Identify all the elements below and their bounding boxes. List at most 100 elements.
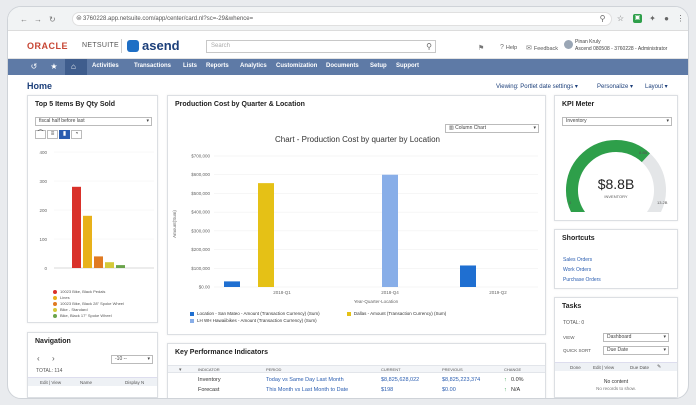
menu-documents[interactable]: Documents <box>326 63 359 69</box>
personalize-link[interactable]: Personalize ▾ <box>597 83 633 90</box>
feedback-icon: ✉ <box>526 45 532 52</box>
legend-label: Bike - Standard <box>60 307 88 312</box>
kpi-current-link[interactable]: $198 <box>381 387 393 393</box>
help-label: Help <box>505 45 518 51</box>
col-edit-view[interactable]: Edit | View <box>593 365 614 370</box>
kpi-period-link[interactable]: This Month vs Last Month to Date <box>266 387 348 393</box>
chevron-down-icon: ▾ <box>533 125 536 131</box>
legend-swatch <box>53 301 57 306</box>
user-menu[interactable]: Pinan Kruly Ascend 080508 - 3760228 - Ad… <box>575 39 667 53</box>
production-legend: Location - San Mateo - Amount (Transacti… <box>190 310 540 324</box>
bar <box>94 256 103 268</box>
recent-icon[interactable]: ↺ <box>29 62 39 72</box>
netsuite-logo: NETSUITE <box>82 42 120 49</box>
col-display-name[interactable]: Display N <box>125 380 144 385</box>
bar-chart-icon[interactable]: ▮ <box>59 130 70 139</box>
page-title: Home <box>27 81 53 91</box>
chart-type-value: Column Chart <box>455 125 486 131</box>
y-tick-label: $400,000 <box>191 210 210 215</box>
favorites-star-icon[interactable]: ★ <box>49 62 59 72</box>
menu-activities[interactable]: Activities <box>92 63 119 69</box>
menu-setup[interactable]: Setup <box>370 63 387 69</box>
col-done[interactable]: Done <box>570 365 581 370</box>
extension-icon[interactable]: ▣ <box>633 14 642 23</box>
expand-icon[interactable]: ▾ <box>179 367 182 373</box>
menu-dots-icon[interactable]: ⋮ <box>676 14 685 23</box>
profile-icon[interactable]: ● <box>662 14 671 23</box>
bar <box>83 215 92 268</box>
y-tick-label: 0 <box>44 266 47 271</box>
user-avatar[interactable] <box>564 40 573 49</box>
y-axis-label: Amount(Sum) <box>172 210 177 238</box>
top5-period-select[interactable]: fiscal half before last ▾ <box>35 117 152 126</box>
area-chart-icon[interactable]: ≡ <box>47 130 58 139</box>
menu-reports[interactable]: Reports <box>206 63 229 69</box>
kpi-meter-select[interactable]: Inventory ▾ <box>562 117 672 126</box>
col-indicator: INDICATOR <box>198 367 220 372</box>
line-chart-icon[interactable]: ⌒ <box>35 130 46 139</box>
kpi-meter-portlet: KPI Meter Inventory ▾ $8.8B INVENTORY 0 8… <box>554 95 678 221</box>
feedback-link[interactable]: ✉ Feedback <box>526 44 558 52</box>
nav-range-select[interactable]: -10 -- ▾ <box>111 355 153 364</box>
shortcut-purchase-orders[interactable]: Purchase Orders <box>563 275 601 285</box>
kpi-row[interactable]: Inventory Today vs Same Day Last Month $… <box>178 377 543 386</box>
zoom-icon[interactable]: ⚲ <box>598 14 607 23</box>
col-edit-view[interactable]: Edit | View <box>40 380 61 385</box>
chart-type-select[interactable]: ▥ Column Chart ▾ <box>445 124 539 133</box>
top5-title: Top 5 Items By Qty Sold <box>35 101 115 108</box>
y-tick-label: 400 <box>39 150 47 155</box>
home-tab[interactable]: ⌂ <box>65 59 87 75</box>
top5-chart-type-toggles: ⌒ ≡ ▮ ◔ <box>35 130 85 139</box>
y-tick-label: $600,000 <box>191 172 210 177</box>
kpi-meter-value: $8.8B <box>597 176 635 192</box>
portlet-date-settings-link[interactable]: Viewing: Portlet date settings ▾ <box>496 83 578 90</box>
x-tick-label: 2018-Q4 <box>381 290 399 295</box>
tasks-empty-title: No content <box>603 379 629 385</box>
layout-link[interactable]: Layout ▾ <box>645 83 668 90</box>
tasks-view-select[interactable]: Dashboard ▾ <box>603 333 669 342</box>
menu-support[interactable]: Support <box>396 63 419 69</box>
col-name[interactable]: Name <box>80 380 92 385</box>
kpi-row[interactable]: Forecast This Month vs Last Month to Dat… <box>178 387 543 396</box>
nav-next-button[interactable]: › <box>52 354 55 363</box>
search-placeholder: Search <box>211 43 231 49</box>
puzzle-icon[interactable]: ✦ <box>648 14 657 23</box>
y-tick-label: 300 <box>39 179 47 184</box>
gauge-mark: 8.8B <box>639 150 648 155</box>
global-search-input[interactable]: Search ⚲ <box>206 40 436 53</box>
nav-prev-button[interactable]: ‹ <box>37 354 40 363</box>
kpi-previous-link[interactable]: $0.00 <box>442 387 456 393</box>
legend-swatch <box>346 311 351 316</box>
menu-lists[interactable]: Lists <box>183 63 197 69</box>
gauge-max: 13.2B <box>657 200 668 205</box>
col-due-date[interactable]: Due Date <box>630 365 649 370</box>
y-tick-label: $300,000 <box>191 228 210 233</box>
shortcut-sales-orders[interactable]: Sales Orders <box>563 255 601 265</box>
edit-pencil-icon[interactable]: ✎ <box>657 364 661 370</box>
menu-analytics[interactable]: Analytics <box>240 63 267 69</box>
chevron-down-icon: ▾ <box>146 118 149 124</box>
y-tick-label: $200,000 <box>191 247 210 252</box>
help-link[interactable]: ? Help <box>500 44 517 51</box>
kpi-period-link[interactable]: Today vs Same Day Last Month <box>266 377 344 383</box>
nav-table-header: Edit | View Name Display N <box>28 377 157 386</box>
kpi-change: 0.0% <box>511 377 524 383</box>
star-icon[interactable]: ☆ <box>616 14 625 23</box>
asend-logo: asend <box>142 38 180 53</box>
menu-customization[interactable]: Customization <box>276 63 317 69</box>
address-bar[interactable]: ⊜ 3760228.app.netsuite.com/app/center/ca… <box>72 12 612 26</box>
forward-arrow-icon[interactable]: → <box>34 15 42 24</box>
back-arrow-icon[interactable]: ← <box>20 15 28 24</box>
tasks-quicksort-select[interactable]: Due Date ▾ <box>603 346 669 355</box>
lock-icon: ⊜ <box>76 15 82 22</box>
reload-icon[interactable]: ↻ <box>49 15 56 24</box>
nav-range-value: -10 -- <box>115 356 127 362</box>
recent-records-link[interactable]: ⚑ <box>478 44 486 52</box>
search-icon[interactable]: ⚲ <box>426 41 432 52</box>
menu-transactions[interactable]: Transactions <box>134 63 171 69</box>
kpi-previous-link[interactable]: $8,825,223,374 <box>442 377 480 383</box>
kpi-current-link[interactable]: $8,825,628,022 <box>381 377 419 383</box>
legend-row-1: Location - San Mateo - Amount (Transacti… <box>190 310 540 317</box>
pie-chart-icon[interactable]: ◔ <box>71 130 82 139</box>
shortcut-work-orders[interactable]: Work Orders <box>563 265 601 275</box>
